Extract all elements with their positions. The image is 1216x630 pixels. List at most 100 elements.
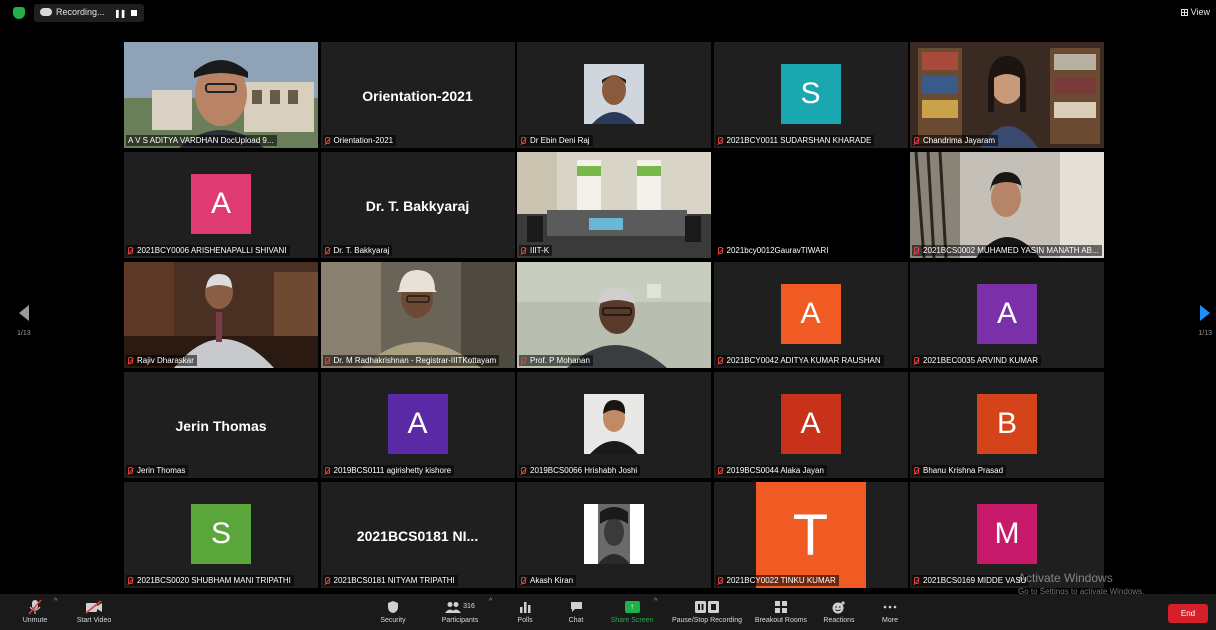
participant-video [320,262,515,368]
participants-options-chevron-icon[interactable]: ^ [489,598,492,605]
muted-mic-icon [717,577,723,584]
participants-count: 316 [463,603,475,610]
security-shield-icon[interactable] [13,7,25,19]
participant-name-label: 2019BCS0066 Hrishabh Joshi [519,465,641,476]
participant-avatar: S [780,64,841,124]
breakout-rooms-grid-icon [775,598,787,615]
participant-tile[interactable]: Orientation-2021 Orientation-2021 [320,42,515,148]
muted-mic-icon [521,137,526,144]
participant-display-name: 2021BCS0181 NI... [356,528,479,544]
participant-tile[interactable]: 2021BCS0181 NI... 2021BCS0181 NITYAM TRI… [320,482,515,588]
previous-page-arrow-icon[interactable] [19,305,29,321]
view-button[interactable]: View [1180,7,1210,17]
muted-mic-icon [914,247,919,254]
participant-tile[interactable]: IIIT-K [517,152,711,258]
muted-mic-icon [324,137,330,144]
participant-display-name: Orientation-2021 [362,88,473,104]
pause-recording-icon[interactable]: ❚❚ [114,9,126,18]
participant-name-label: Chandrima Jayaram [912,135,999,146]
participant-tile[interactable]: Rajiv Dharaskar [124,262,318,368]
participant-tile[interactable]: Dr. T. Bakkyaraj Dr. T. Bakkyaraj [320,152,515,258]
participant-avatar: T [755,482,866,588]
share-screen-button[interactable]: ↑ Share Screen [608,594,656,630]
participant-name-label: 2021BCS0002 MUHAMED YASIN MANATH AB... [912,245,1102,256]
participant-video [910,42,1104,148]
pause-stop-recording-button[interactable]: Pause/Stop Recording [668,594,746,630]
participant-name-label: Orientation-2021 [322,135,397,146]
start-video-button[interactable]: Start Video [72,594,116,630]
stop-recording-icon[interactable] [131,10,137,16]
participant-avatar: A [387,394,448,454]
muted-mic-icon [717,467,723,474]
participant-tile[interactable]: 2021bcy0012GauravTIWARI [713,152,908,258]
participant-tile[interactable]: Jerin Thomas Jerin Thomas [124,372,318,478]
participant-name-label: Dr Ebin Deni Raj [519,135,593,146]
participant-avatar: A [780,394,841,454]
participant-name-label: Bhanu Krishna Prasad [912,465,1007,476]
reactions-button[interactable]: Reactions [820,594,858,630]
breakout-rooms-button[interactable]: Breakout Rooms [752,594,810,630]
polls-bar-chart-icon [519,598,531,615]
shield-icon [387,598,399,615]
participant-tile[interactable]: S 2021BCY0011 SUDARSHAN KHARADE [713,42,908,148]
participant-tile[interactable]: T 2021BCY0022 TINKU KUMAR [713,482,908,588]
participant-avatar: B [977,394,1037,454]
participant-tile[interactable]: 2021BCS0002 MUHAMED YASIN MANATH AB... [910,152,1104,258]
participant-tile[interactable]: Chandrima Jayaram [910,42,1104,148]
participant-tile[interactable]: A V S ADITYA VARDHAN DocUpload 9... [124,42,318,148]
audio-options-chevron-icon[interactable]: ^ [54,598,57,605]
recording-indicator: Recording... ❚❚ [34,4,144,22]
cloud-recording-icon [40,8,52,16]
muted-mic-icon [521,247,526,254]
participant-name-label: 2021BCS0181 NITYAM TRIPATHI [322,575,458,586]
participant-name-label: 2021BCY0042 ADITYA KUMAR RAUSHAN [715,355,884,366]
muted-mic-icon [128,577,133,584]
participant-tile[interactable]: A 2021BCY0006 ARISHENAPALLI SHIVANI [124,152,318,258]
participant-name-label: Jerin Thomas [126,465,189,476]
participant-avatar: S [191,504,251,564]
muted-mic-icon [521,467,526,474]
participant-tile[interactable]: Akash Kiran [517,482,711,588]
muted-mic-icon [324,467,330,474]
muted-mic-icon [717,357,723,364]
security-button[interactable]: Security [376,594,410,630]
participant-tile[interactable]: B Bhanu Krishna Prasad [910,372,1104,478]
polls-button[interactable]: Polls [512,594,538,630]
more-button[interactable]: More [876,594,904,630]
participant-avatar: M [977,504,1037,564]
participant-display-name: Dr. T. Bakkyaraj [365,198,470,214]
muted-mic-icon [717,247,723,254]
participant-tile[interactable]: A 2021BCY0042 ADITYA KUMAR RAUSHAN [713,262,908,368]
participant-tile[interactable]: Prof. P Mohanan [517,262,711,368]
participant-name-label: 2021bcy0012GauravTIWARI [715,245,832,256]
gallery-grid: A V S ADITYA VARDHAN DocUpload 9... Orie… [124,42,1104,588]
participant-tile[interactable]: Dr. M Radhakrishnan - Registrar-IIITKott… [320,262,515,368]
muted-mic-icon [914,467,919,474]
participant-name-label: A V S ADITYA VARDHAN DocUpload 9... [126,135,277,146]
participant-video [910,152,1104,258]
chat-button[interactable]: Chat [562,594,590,630]
participant-name-label: IIIT-K [519,245,553,256]
participant-tile[interactable]: A 2021BEC0035 ARVIND KUMAR [910,262,1104,368]
ellipsis-icon [883,598,897,615]
participant-tile[interactable]: A 2019BCS0111 agirishetty kishore [320,372,515,478]
participant-tile[interactable]: A 2019BCS0044 Alaka Jayan [713,372,908,478]
end-meeting-button[interactable]: End [1168,604,1208,623]
participant-name-label: Akash Kiran [519,575,577,586]
participants-icon [445,601,462,613]
profile-photo [584,394,644,454]
next-page-arrow-icon[interactable] [1200,305,1210,321]
participant-tile[interactable]: Dr Ebin Deni Raj [517,42,711,148]
participant-video [517,262,711,368]
participant-video [517,152,711,258]
muted-mic-icon [521,577,526,584]
muted-mic-icon [914,357,919,364]
page-indicator-left: 1/13 [17,330,31,337]
participant-tile[interactable]: 2019BCS0066 Hrishabh Joshi [517,372,711,478]
participants-button[interactable]: 316 Participants [436,594,484,630]
share-options-chevron-icon[interactable]: ^ [654,598,657,605]
unmute-button[interactable]: Unmute [18,594,52,630]
participant-tile[interactable]: S 2021BCS0020 SHUBHAM MANI TRIPATHI [124,482,318,588]
smiley-plus-icon [832,598,846,615]
pause-stop-icon [695,598,719,615]
